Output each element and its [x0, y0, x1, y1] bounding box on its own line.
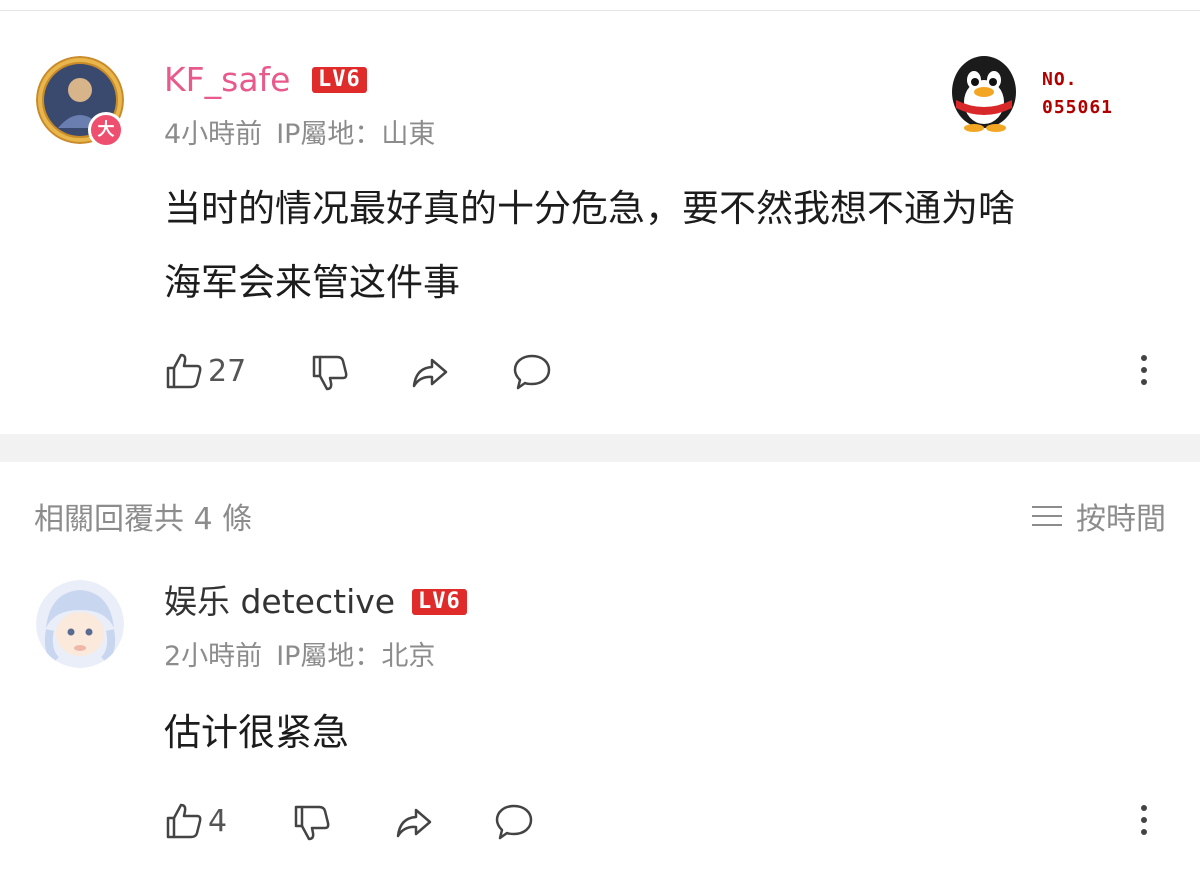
identity-badge-label: 大: [97, 120, 115, 140]
comment-body: 当时的情况最好真的十分危急，要不然我想不通为啥 海军会来管这件事: [164, 172, 1164, 320]
thumbs-down-icon: [312, 355, 348, 391]
anime-character-avatar-icon: [36, 580, 124, 668]
sort-label: 按時間: [1076, 502, 1166, 537]
share-arrow-icon: [412, 358, 448, 388]
share-arrow-icon: [396, 808, 432, 838]
level-badge: LV6: [312, 67, 367, 93]
more-dot-icon: [1141, 817, 1147, 823]
username[interactable]: 娱乐 detective: [164, 582, 395, 622]
ip-location: IP屬地：山東: [276, 119, 436, 150]
share-button[interactable]: [410, 352, 450, 392]
reply-button[interactable]: [512, 352, 552, 392]
replies-count-title: 相關回覆共 4 條: [34, 502, 253, 537]
more-dot-icon: [1141, 829, 1147, 835]
like-count: 27: [208, 353, 247, 389]
thumbs-up-icon: [166, 803, 202, 839]
section-divider: [0, 434, 1200, 462]
avatar[interactable]: [36, 580, 124, 668]
member-number-label: NO.: [1042, 69, 1078, 90]
more-options-button[interactable]: [1141, 805, 1149, 841]
like-button[interactable]: 4: [164, 801, 227, 841]
timestamp: 4小時前: [164, 119, 263, 150]
comment-meta: 4小時前 IP屬地：山東: [164, 112, 449, 151]
timestamp: 2小時前: [164, 641, 263, 672]
more-dot-icon: [1141, 379, 1147, 385]
menu-lines-icon: [1032, 499, 1062, 533]
level-badge: LV6: [412, 589, 467, 615]
member-number-value: 055061: [1042, 97, 1114, 118]
dislike-button[interactable]: [292, 803, 332, 843]
like-count: 4: [208, 803, 228, 839]
comment-body-line: 海军会来管这件事: [164, 261, 460, 304]
username[interactable]: KF_safe: [164, 60, 290, 100]
share-button[interactable]: [394, 802, 434, 842]
more-dot-icon: [1141, 355, 1147, 361]
comment-body-line: 当时的情况最好真的十分危急，要不然我想不通为啥: [164, 187, 1015, 230]
dislike-button[interactable]: [310, 353, 350, 393]
like-button[interactable]: 27: [164, 351, 246, 391]
top-divider: [0, 10, 1200, 11]
member-number-badge: NO. 055061: [946, 52, 1146, 132]
more-dot-icon: [1141, 805, 1147, 811]
thumbs-down-icon: [294, 805, 330, 841]
member-number-text: NO. 055061: [1042, 66, 1113, 122]
more-options-button[interactable]: [1141, 355, 1149, 391]
thumbs-up-icon: [166, 353, 202, 389]
ip-location: IP屬地：北京: [276, 641, 436, 672]
identity-badge: 大: [88, 112, 124, 148]
sort-by-time-button[interactable]: 按時間: [1032, 494, 1166, 538]
chat-bubble-icon: [495, 804, 533, 840]
penguin-icon: [952, 56, 1016, 132]
comment-meta: 2小時前 IP屬地：北京: [164, 634, 449, 673]
chat-bubble-icon: [513, 354, 551, 390]
more-dot-icon: [1141, 367, 1147, 373]
reply-button[interactable]: [494, 802, 534, 842]
comment-body: 估计很紧急: [164, 711, 349, 754]
